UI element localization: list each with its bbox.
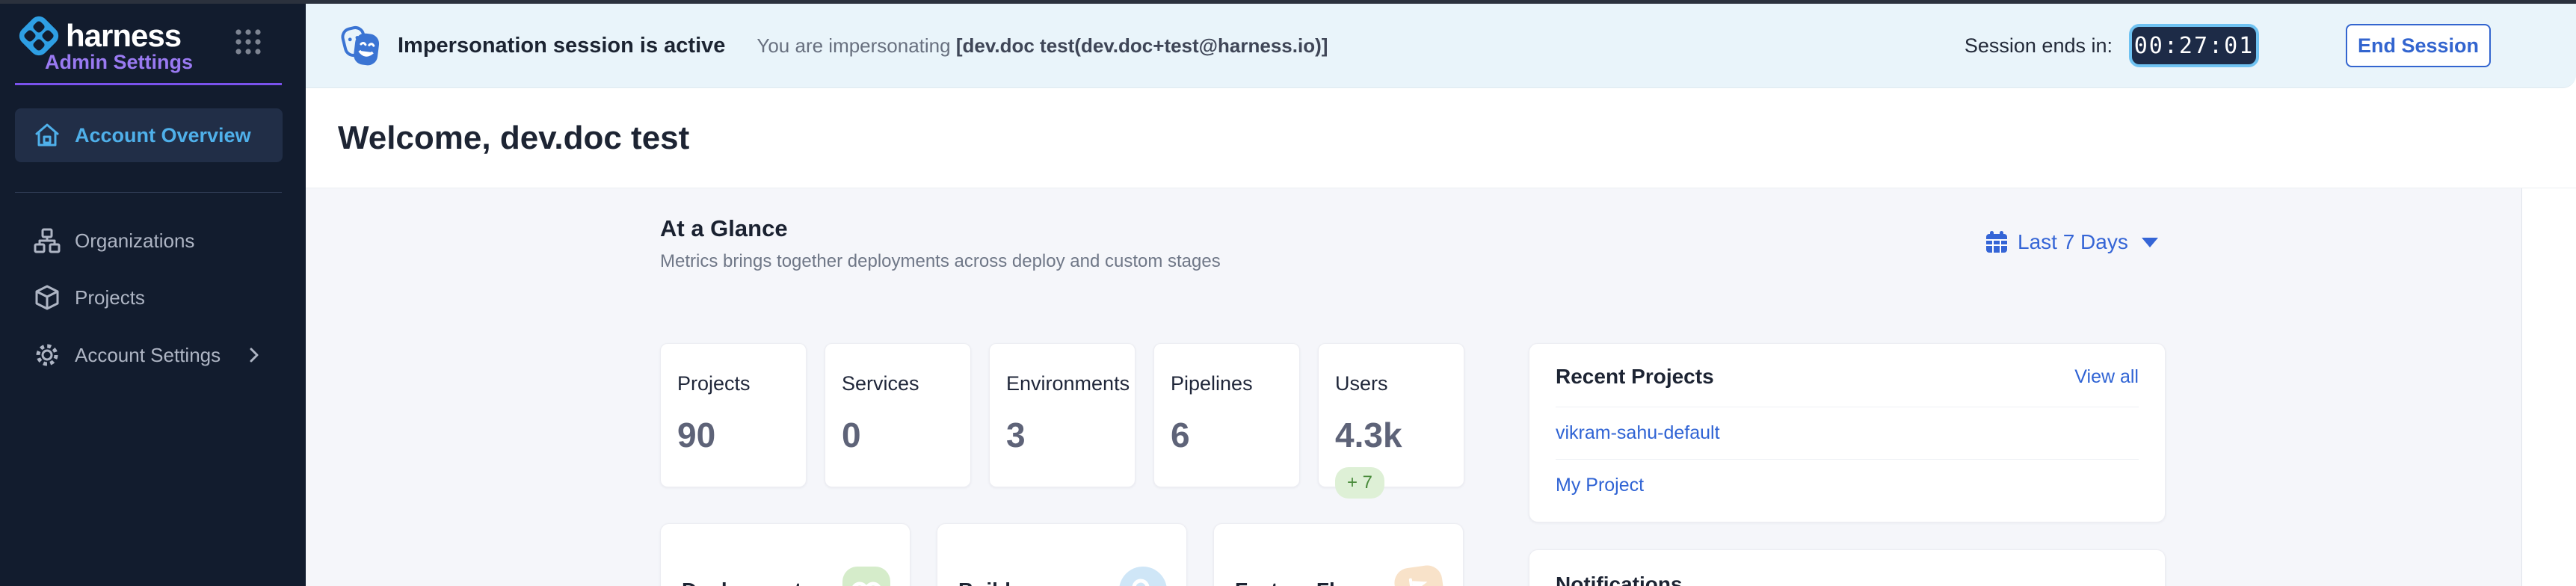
stat-label: Users: [1335, 372, 1464, 395]
recent-projects-title: Recent Projects: [1556, 365, 1714, 389]
stat-label: Services: [842, 372, 970, 395]
sidebar-item-organizations[interactable]: Organizations: [15, 219, 283, 262]
sidebar-divider: [15, 192, 282, 193]
impersonated-user: [dev.doc test(dev.doc+test@harness.io)]: [956, 34, 1328, 57]
chevron-right-icon: [245, 346, 263, 364]
app-grid-icon[interactable]: [233, 27, 263, 57]
stat-value: 0: [842, 415, 970, 455]
banner-message: You are impersonating [dev.doc test(dev.…: [757, 34, 1328, 58]
view-all-link[interactable]: View all: [2074, 366, 2139, 388]
main-area: Impersonation session is active You are …: [306, 0, 2576, 586]
notifications-card: Notifications: [1529, 549, 2166, 586]
stat-card-services: Services 0: [825, 343, 971, 487]
brand-name: harness: [66, 18, 181, 54]
welcome-strip: Welcome, dev.doc test: [306, 88, 2576, 188]
calendar-icon: [1985, 230, 2009, 254]
date-range-selector[interactable]: Last 7 Days: [1985, 230, 2158, 254]
stat-value: 90: [677, 415, 806, 455]
module-title: Feature Flags: [1235, 579, 1371, 586]
stat-card-environments: Environments 3: [989, 343, 1136, 487]
date-range-label: Last 7 Days: [2018, 230, 2128, 254]
content-area: At a Glance Metrics brings together depl…: [306, 188, 2576, 586]
harness-admin-page: harness Admin Settings Account Overview: [0, 0, 2576, 586]
feature-flags-icon: [1393, 564, 1446, 586]
module-title: Deployments: [682, 579, 813, 586]
banner-message-text: You are impersonating: [757, 34, 950, 57]
modules-row: Deployments Builds: [660, 523, 1464, 586]
impersonation-banner: Impersonation session is active You are …: [306, 4, 2576, 88]
glance-subtitle: Metrics brings together deployments acro…: [660, 251, 1221, 272]
sidebar-item-account-settings[interactable]: Account Settings: [15, 333, 283, 377]
admin-settings-underline: [15, 83, 282, 85]
sidebar: harness Admin Settings Account Overview: [0, 0, 306, 586]
module-title: Builds: [958, 579, 1023, 586]
projects-cube-icon: [33, 283, 61, 312]
session-ends-label: Session ends in:: [1965, 34, 2113, 58]
sidebar-item-account-overview[interactable]: Account Overview: [15, 108, 283, 162]
chevron-down-icon: [2142, 238, 2158, 247]
stat-value: 4.3k: [1335, 415, 1464, 455]
session-timer: 00:27:01: [2129, 24, 2259, 67]
gear-icon: [33, 341, 61, 369]
stat-label: Pipelines: [1171, 372, 1299, 395]
banner-session-group: Session ends in: 00:27:01 End Session: [1965, 24, 2491, 67]
stat-value: 3: [1006, 415, 1135, 455]
end-session-button[interactable]: End Session: [2346, 24, 2491, 67]
stat-card-pipelines: Pipelines 6: [1153, 343, 1300, 487]
sidebar-item-label: Account Settings: [75, 344, 221, 367]
stat-value: 6: [1171, 415, 1299, 455]
module-card-builds[interactable]: Builds: [937, 523, 1187, 586]
module-card-feature-flags[interactable]: Feature Flags: [1213, 523, 1464, 586]
glance-header: At a Glance Metrics brings together depl…: [660, 215, 1221, 272]
stat-card-users: Users 4.3k + 7: [1318, 343, 1464, 487]
page-title: Welcome, dev.doc test: [338, 120, 689, 157]
stat-card-projects: Projects 90: [660, 343, 807, 487]
glance-title: At a Glance: [660, 215, 1221, 242]
admin-settings-label: Admin Settings: [45, 51, 193, 74]
recent-projects-header: Recent Projects View all: [1556, 365, 2139, 407]
theater-masks-icon: [336, 22, 384, 70]
stats-row: Projects 90 Services 0 Environments 3 Pi…: [660, 343, 1464, 487]
banner-title: Impersonation session is active: [398, 34, 725, 58]
sidebar-item-label: Account Overview: [75, 124, 251, 147]
project-link[interactable]: My Project: [1556, 460, 2139, 511]
sidebar-item-label: Organizations: [75, 229, 194, 253]
window-top-strip: [0, 0, 2576, 4]
builds-icon: [1119, 567, 1167, 586]
notifications-title: Notifications: [1556, 573, 2139, 586]
home-icon: [33, 121, 61, 149]
stat-label: Environments: [1006, 372, 1135, 395]
deployments-icon: [842, 567, 890, 586]
project-link[interactable]: vikram-sahu-default: [1556, 407, 2139, 460]
sidebar-item-projects[interactable]: Projects: [15, 276, 283, 319]
scroll-gutter[interactable]: [2521, 188, 2576, 586]
stat-label: Projects: [677, 372, 806, 395]
sidebar-item-label: Projects: [75, 286, 145, 309]
recent-projects-card: Recent Projects View all vikram-sahu-def…: [1529, 343, 2166, 522]
users-growth-badge: + 7: [1335, 467, 1384, 499]
organizations-icon: [33, 226, 61, 255]
module-card-deployments[interactable]: Deployments: [660, 523, 910, 586]
